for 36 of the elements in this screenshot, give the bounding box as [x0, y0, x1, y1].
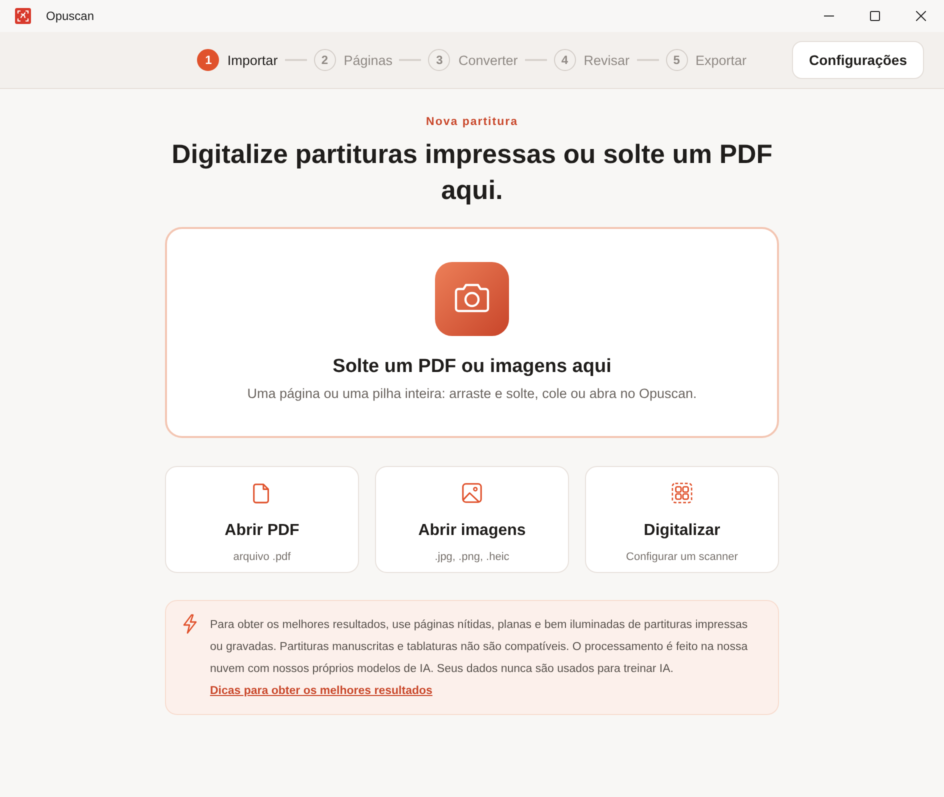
option-title: Abrir PDF — [224, 522, 300, 540]
close-icon — [916, 11, 926, 21]
lightning-icon — [182, 614, 198, 634]
page-heading: Digitalize partituras impressas ou solte um PDF aqui. — [170, 138, 774, 207]
window-title: Opuscan — [46, 9, 94, 23]
tips-link[interactable]: Dicas para obter os melhores resultados — [210, 685, 432, 697]
image-icon — [461, 482, 483, 504]
step-label: Páginas — [344, 52, 392, 68]
app-logo-icon — [15, 8, 31, 24]
step-label: Exportar — [696, 52, 747, 68]
section-label: Nova partitura — [425, 116, 519, 128]
tip-text: Para obter os melhores resultados, use páginas nítidas, planas e bem iluminadas de partituras impressas ou gravadas. Partituras manuscritas e tablaturas não são compatíveis. O processamento é feito na nossa nuvem com nossos próprios modelos de IA. Seus dados nunca são usados para treinar IA. Dicas para obter os melhores resultados — [210, 618, 749, 699]
step-number: 5 — [666, 49, 688, 71]
camera-icon — [435, 262, 509, 336]
option-subtitle: .jpg, .png, .heic — [434, 551, 510, 563]
step-number: 2 — [314, 49, 336, 71]
option-subtitle: Configurar um scanner — [626, 551, 738, 563]
step-label: Importar — [227, 52, 278, 68]
step-label: Revisar — [584, 52, 630, 68]
option-title: Digitalizar — [644, 522, 720, 540]
option-title: Abrir imagens — [418, 522, 526, 540]
option-subtitle: arquivo .pdf — [233, 551, 291, 563]
drop-zone[interactable]: Solte um PDF ou imagens aqui Uma página ou uma pilha inteira: arraste e solte, cole ou abra no Opuscan. — [165, 227, 779, 438]
drop-zone-title: Solte um PDF ou imagens aqui — [332, 356, 612, 378]
step-number: 3 — [428, 49, 450, 71]
step-number: 1 — [197, 49, 220, 71]
settings-button[interactable]: Configurações — [792, 41, 924, 79]
option-card[interactable]: Abrir imagens .jpg, .png, .heic — [375, 466, 569, 573]
step-label: Converter — [458, 52, 518, 68]
option-card[interactable]: Abrir PDF arquivo .pdf — [165, 466, 359, 573]
option-card[interactable]: Digitalizar Configurar um scanner — [585, 466, 779, 573]
scan-icon — [671, 482, 693, 504]
step-number: 4 — [554, 49, 576, 71]
maximize-icon — [870, 11, 880, 21]
drop-zone-hint: Uma página ou uma pilha inteira: arraste e solte, cole ou abra no Opuscan. — [247, 386, 697, 401]
step-tab[interactable]: 1 Importar — [197, 49, 278, 71]
